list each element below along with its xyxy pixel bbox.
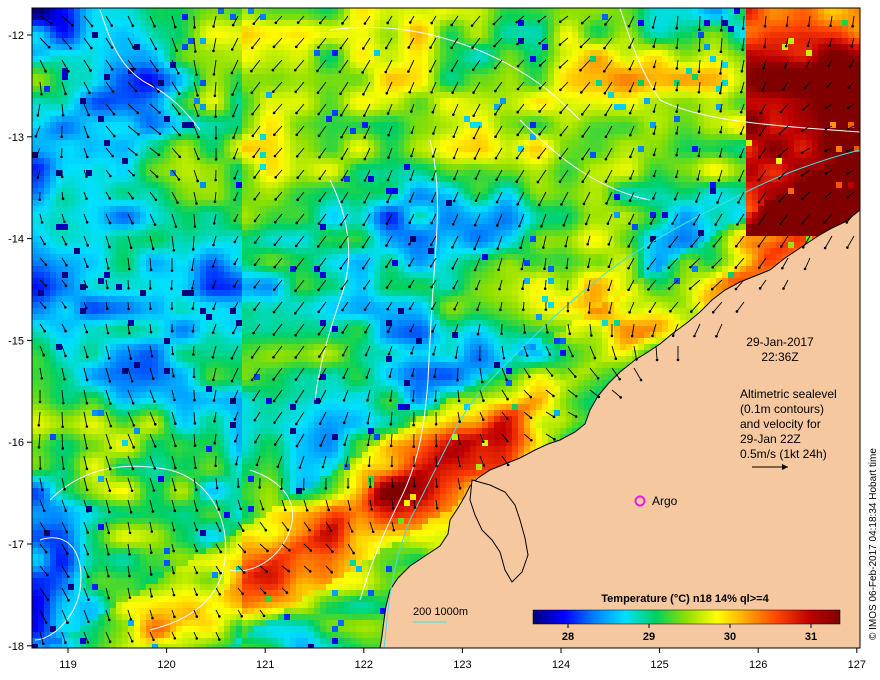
colorbar-tick-label: 28: [562, 631, 574, 643]
x-tick-label: 119: [59, 659, 77, 671]
altimetry-line-3: and velocity for: [740, 417, 821, 431]
altimetry-line-2: (0.1m contours): [740, 402, 824, 416]
time-label: 22:36Z: [761, 350, 798, 364]
y-tick-label: -17: [8, 539, 24, 551]
depth-contours-label: 200 1000m: [413, 606, 468, 618]
x-tick-label: 126: [749, 659, 767, 671]
altimetry-line-4: 29-Jan 22Z: [740, 432, 801, 446]
y-tick-label: -14: [8, 234, 24, 246]
altimetry-line-5: 0.5m/s (1kt 24h): [740, 447, 827, 461]
x-tick-label: 121: [256, 659, 274, 671]
y-tick-label: -16: [8, 437, 24, 449]
altimetry-line-1: Altimetric sealevel: [740, 387, 837, 401]
x-tick-label: 120: [157, 659, 175, 671]
argo-label: Argo: [652, 494, 678, 508]
y-tick-label: -15: [8, 335, 24, 347]
x-axis: 119 120 121 122 123 124 125 126 127: [59, 648, 866, 671]
y-tick-label: -13: [8, 132, 24, 144]
y-tick-label: -18: [8, 641, 24, 653]
colorbar: [532, 609, 841, 625]
y-axis: -12 -13 -14 -15 -16 -17 -18: [8, 30, 32, 653]
y-tick-label: -12: [8, 30, 24, 42]
sst-map: 119 120 121 122 123 124 125 126 127 -12 -13 -14 -15…: [8, 7, 879, 671]
x-tick-label: 123: [453, 659, 471, 671]
colorbar-tick-label: 29: [643, 631, 655, 643]
credit-text: © IMOS 06-Feb-2017 04:18:34 Hobart time: [868, 448, 879, 640]
x-tick-label: 122: [355, 659, 373, 671]
date-label: 29-Jan-2017: [746, 335, 814, 349]
colorbar-title: Temperature (°C) n18 14% ql>=4: [601, 593, 769, 605]
x-tick-label: 124: [552, 659, 570, 671]
x-tick-label: 127: [848, 659, 866, 671]
x-tick-label: 125: [650, 659, 668, 671]
colorbar-tick-label: 30: [724, 631, 736, 643]
colorbar-tick-label: 31: [805, 631, 817, 643]
